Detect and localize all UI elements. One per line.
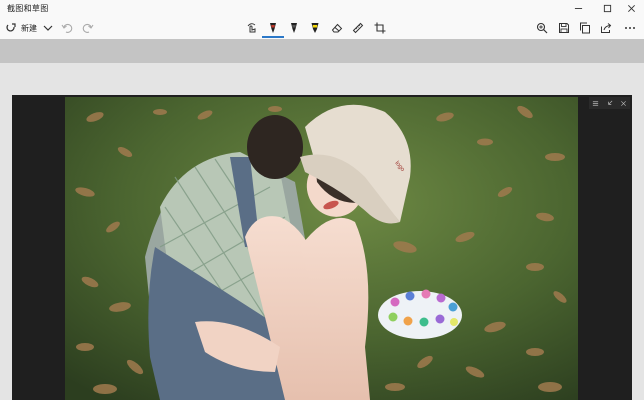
share-button[interactable] bbox=[600, 19, 612, 37]
crop-button[interactable] bbox=[374, 19, 386, 37]
overlay-close-button[interactable] bbox=[620, 100, 627, 107]
ballpoint-pen-icon bbox=[270, 23, 276, 33]
close-icon bbox=[620, 100, 626, 106]
save-icon bbox=[559, 23, 569, 33]
zoom-in-icon bbox=[536, 22, 548, 34]
touch-writing-icon bbox=[247, 23, 256, 33]
more-options-button[interactable] bbox=[624, 19, 636, 37]
eraser-icon bbox=[331, 23, 343, 33]
crop-icon bbox=[374, 22, 386, 34]
snip-icon bbox=[6, 23, 16, 32]
selected-tool-indicator bbox=[262, 36, 284, 38]
undo-button[interactable] bbox=[61, 19, 73, 37]
snip-mode-dropdown[interactable] bbox=[42, 19, 54, 37]
undo-icon bbox=[61, 23, 73, 33]
save-button[interactable] bbox=[558, 19, 570, 37]
pencil-icon bbox=[291, 23, 297, 33]
title-bar: 截图和草图 bbox=[0, 0, 644, 17]
eraser-button[interactable] bbox=[331, 19, 343, 37]
collapse-icon bbox=[608, 100, 613, 105]
close-button[interactable] bbox=[618, 0, 644, 17]
highlighter-button[interactable] bbox=[309, 19, 321, 37]
minimize-icon bbox=[574, 8, 582, 9]
zoom-button[interactable] bbox=[536, 19, 548, 37]
canvas-top-band bbox=[0, 39, 644, 63]
captured-image[interactable]: logo bbox=[65, 97, 578, 400]
maximize-button[interactable] bbox=[594, 0, 620, 17]
menu-button[interactable] bbox=[592, 100, 599, 107]
redo-icon bbox=[82, 23, 94, 33]
touch-writing-button[interactable] bbox=[246, 19, 258, 37]
menu-icon bbox=[593, 100, 599, 106]
ruler-button[interactable] bbox=[352, 19, 364, 37]
new-label: 新建 bbox=[21, 23, 37, 33]
app-title: 截图和草图 bbox=[7, 4, 49, 13]
highlighter-icon bbox=[311, 23, 319, 33]
minimize-button[interactable] bbox=[565, 0, 591, 17]
ballpoint-pen-button[interactable] bbox=[267, 19, 279, 37]
image-overlay-controls bbox=[589, 97, 630, 109]
copy-icon bbox=[580, 22, 590, 34]
collapse-button[interactable] bbox=[606, 100, 613, 107]
new-snip-button[interactable]: 新建 bbox=[5, 19, 37, 37]
redo-button[interactable] bbox=[82, 19, 94, 37]
ruler-icon bbox=[352, 22, 364, 34]
maximize-icon bbox=[603, 4, 611, 13]
chevron-down-icon bbox=[43, 25, 53, 31]
photo-illustration: logo bbox=[65, 97, 578, 400]
toolbar: 新建 bbox=[0, 17, 644, 39]
close-icon bbox=[627, 5, 635, 12]
pencil-button[interactable] bbox=[288, 19, 300, 37]
share-icon bbox=[601, 23, 612, 33]
more-icon bbox=[625, 27, 635, 29]
copy-button[interactable] bbox=[579, 19, 591, 37]
